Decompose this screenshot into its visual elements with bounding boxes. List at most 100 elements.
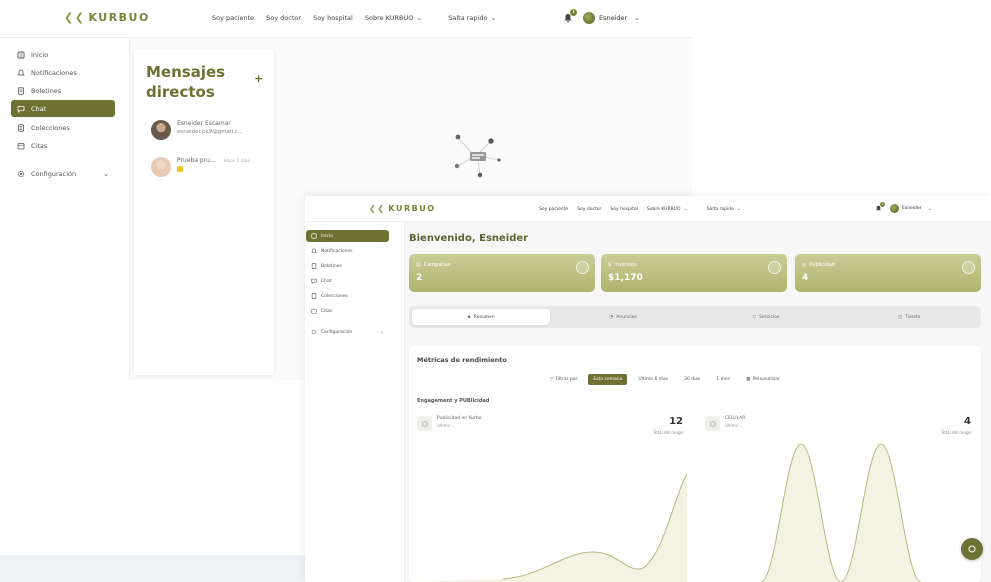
user-name[interactable]: Esneider	[902, 206, 922, 211]
chevron-down-icon[interactable]: ⌄	[928, 206, 932, 212]
avatar[interactable]	[583, 12, 595, 24]
stat-icon	[962, 261, 975, 274]
tab-servicios[interactable]: ▽ Servicios	[697, 309, 835, 325]
nav-link-patient[interactable]: Soy paciente	[539, 207, 568, 212]
stat-icon	[768, 261, 781, 274]
sidebar: Inicio Notificaciones Boletines Chat Col…	[0, 38, 130, 380]
notification-bell-icon[interactable]: 1	[563, 9, 577, 23]
nav-dropdown-about[interactable]: Sobre KURBUO ⌄	[647, 206, 688, 212]
sidebar-item-notificaciones[interactable]: Notificaciones	[11, 64, 115, 81]
tab-resumen[interactable]: ◈ Resumen	[412, 309, 550, 325]
stat-card-inversion[interactable]: $ Inversión $1,170	[601, 254, 787, 292]
sidebar-item-configuracion[interactable]: Configuración ⌄	[306, 326, 389, 338]
chart-total: 12	[669, 416, 683, 427]
filter-by-button[interactable]: ▽ Filtrar por	[545, 374, 582, 385]
area-chart: · ·	[413, 434, 687, 582]
filter-1-month[interactable]: 1 mes	[711, 374, 735, 385]
filter-custom[interactable]: ▦ Personalizar	[741, 374, 785, 385]
chevron-down-icon: ⌄	[490, 14, 497, 22]
chevron-down-icon: ⌄	[379, 329, 384, 335]
kurbuo-logo[interactable]: ❮❮ KURBUO	[369, 204, 436, 213]
sidebar-item-citas[interactable]: Citas	[11, 137, 115, 154]
user-area: 1 Esneider ⌄	[563, 9, 640, 24]
avatar	[151, 120, 171, 140]
contact-name: Esneider Escamar	[177, 120, 231, 127]
logo-mark-icon: ❮❮	[369, 204, 386, 213]
ad-icon: ◎	[802, 262, 807, 268]
top-navbar: ❮❮ KURBUO Soy paciente Soy doctor Soy ho…	[0, 0, 692, 38]
tab-tienda[interactable]: ◫ Tienda	[840, 309, 978, 325]
sidebar-item-notificaciones[interactable]: Notificaciones	[306, 245, 389, 257]
desktop: ❮❮ KURBUO Soy paciente Soy doctor Soy ho…	[0, 0, 991, 582]
gear-icon	[17, 170, 25, 178]
contact-item[interactable]: Prueba pru... Hace 2 dias	[151, 157, 250, 177]
chart-icon	[705, 416, 720, 431]
chart-celular: CELULAR Ultimo ⌄ 4 Total del rango	[701, 410, 975, 582]
stat-value: $1,170	[608, 273, 643, 283]
filter-icon: ▽	[550, 377, 554, 382]
user-area: 1 Esneider ⌄	[875, 202, 932, 213]
sidebar-item-citas[interactable]: Citas	[306, 305, 389, 317]
nav-link-hospital[interactable]: Soy hospital	[610, 207, 638, 212]
nav-dropdown-about[interactable]: Sobre KURBUO ⌄	[365, 14, 422, 22]
nav-links: Soy paciente Soy doctor Soy hospital Sob…	[212, 14, 496, 22]
stat-card-publicidad[interactable]: ◎ Publicidad 4	[795, 254, 981, 292]
sidebar-item-configuracion[interactable]: Configuración ⌄	[11, 165, 115, 182]
stat-value: 2	[416, 273, 423, 283]
chart-sub[interactable]: Ultimo ⌄	[725, 423, 745, 428]
stat-card-campanas[interactable]: ▤ Campañas 2	[409, 254, 595, 292]
empty-chat-illustration-icon	[454, 134, 501, 178]
sidebar-item-inicio[interactable]: Inicio	[11, 46, 115, 63]
nav-link-hospital[interactable]: Soy hospital	[313, 14, 353, 22]
tab-anuncios[interactable]: ◔ Anuncios	[554, 309, 692, 325]
avatar[interactable]	[890, 204, 899, 213]
new-message-icon[interactable]: +	[254, 72, 263, 85]
user-name[interactable]: Esneider	[599, 14, 627, 22]
direct-messages-panel: Mensajes directos + Esneider Escamar esn…	[134, 50, 274, 375]
sidebar-item-colecciones[interactable]: Colecciones	[306, 290, 389, 302]
kurbuo-logo[interactable]: ❮❮ KURBUO	[64, 11, 150, 24]
nav-link-patient[interactable]: Soy paciente	[212, 14, 254, 22]
floating-action-button[interactable]	[961, 538, 983, 560]
filter-last-6-days[interactable]: Ultimo 6 dias	[633, 374, 673, 385]
top-navbar: ❮❮ KURBUO Soy paciente Soy doctor Soy ho…	[305, 196, 991, 222]
chart-total: 4	[964, 416, 971, 427]
chevron-down-icon: ⌄	[683, 206, 688, 212]
filter-30-days[interactable]: 30 dias	[679, 374, 705, 385]
sidebar-item-boletines[interactable]: Boletines	[306, 260, 389, 272]
sidebar-item-colecciones[interactable]: Colecciones	[11, 119, 115, 136]
messages-title: Mensajes directos	[146, 63, 226, 101]
chart-sub[interactable]: Ultimo ⌄	[437, 423, 482, 428]
dashboard-window: ❮❮ KURBUO Soy paciente Soy doctor Soy ho…	[305, 196, 991, 582]
sidebar-item-boletines[interactable]: Boletines	[11, 82, 115, 99]
summary-icon: ◈	[467, 314, 471, 320]
home-icon	[17, 51, 25, 59]
nav-links: Soy paciente Soy doctor Soy hospital Sob…	[539, 206, 741, 212]
store-icon: ◫	[897, 314, 903, 320]
chart-name: Publicidad en Kurbo	[437, 416, 482, 421]
sidebar-item-inicio[interactable]: Inicio	[306, 230, 389, 242]
nav-link-doctor[interactable]: Soy doctor	[577, 207, 601, 212]
avatar	[151, 157, 171, 177]
nav-dropdown-quick[interactable]: Salta rapido ⌄	[448, 14, 496, 22]
contact-item[interactable]: Esneider Escamar esneider.pk9@gmail.c...	[151, 120, 243, 140]
y-tick: ·	[433, 434, 434, 439]
sidebar: Inicio Notificaciones Boletines Chat Col…	[305, 222, 405, 582]
bell-icon	[311, 248, 317, 254]
stat-value: 4	[802, 273, 809, 283]
logo-mark-icon: ❮❮	[64, 11, 86, 24]
notification-bell-icon[interactable]: 1	[875, 202, 885, 212]
nav-link-doctor[interactable]: Soy doctor	[266, 14, 301, 22]
filter-this-week[interactable]: Esta semana	[588, 374, 628, 385]
services-icon: ▽	[752, 314, 757, 320]
dashboard-tabs: ◈ Resumen ◔ Anuncios ▽ Servicios ◫ Tienda	[409, 306, 981, 328]
performance-metrics-card: Métricas de rendimiento ▽ Filtrar por Est…	[409, 346, 981, 582]
sidebar-item-chat[interactable]: Chat	[11, 100, 115, 117]
calendar-icon	[311, 308, 317, 314]
chevron-down-icon[interactable]: ⌄	[634, 14, 640, 22]
nav-dropdown-quick[interactable]: Salta rapido ⌄	[707, 206, 741, 212]
document-icon	[311, 263, 317, 269]
chart-publicidad: Publicidad en Kurbo Ultimo ⌄ 12 Total de…	[413, 410, 687, 582]
document-icon	[17, 86, 25, 95]
sidebar-item-chat[interactable]: Chat	[306, 275, 389, 287]
